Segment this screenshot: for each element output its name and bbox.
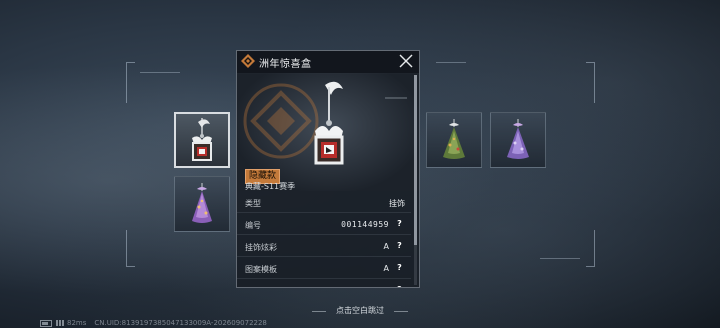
- attribute-key: 挂饰炫彩: [245, 243, 277, 252]
- purple-tree-charm-icon: [192, 183, 212, 223]
- attribute-value: A: [383, 242, 389, 251]
- item-slot[interactable]: [426, 112, 482, 168]
- hud-line: [540, 258, 580, 259]
- item-slot-selected[interactable]: [174, 112, 230, 168]
- hud-corner-bottom-right: [586, 230, 595, 267]
- attribute-row: 类型 挂饰: [237, 191, 411, 213]
- item-slot[interactable]: [174, 176, 230, 232]
- item-slot[interactable]: [490, 112, 546, 168]
- attribute-key: 编号: [245, 221, 261, 230]
- attribute-value: 001144959: [341, 220, 389, 229]
- attribute-key: 附加贴纸: [245, 286, 277, 287]
- help-icon[interactable]: ?: [394, 218, 405, 229]
- scrollbar[interactable]: [414, 75, 417, 285]
- hud-corner-bottom-left: [126, 230, 135, 267]
- attribute-value: C: [383, 286, 389, 287]
- attribute-list: 类型 挂饰 编号 001144959 ? 挂饰炫彩 A ? 图案模板 A ? 附…: [237, 191, 411, 287]
- panel-title: 洲年惊喜盒: [259, 59, 312, 70]
- panel-header: 洲年惊喜盒: [237, 51, 419, 74]
- status-footer: 82ms CN.UID:8139197385047133009A-20260907…: [40, 319, 275, 327]
- item-preview: 隐藏款: [237, 73, 419, 191]
- hud-corner-top-left: [126, 62, 135, 103]
- help-icon[interactable]: ?: [394, 262, 405, 273]
- attribute-key: 类型: [245, 199, 261, 208]
- attribute-value: 挂饰: [389, 199, 405, 208]
- hud-line: [140, 72, 180, 73]
- attribute-row: 附加贴纸 C ?: [237, 279, 411, 287]
- purple-tree-charm-icon: [507, 119, 529, 159]
- help-icon[interactable]: ?: [394, 284, 405, 287]
- green-tree-charm-icon: [443, 119, 465, 159]
- scrollbar-thumb[interactable]: [414, 75, 417, 245]
- skip-hint[interactable]: 点击空白跳过: [312, 305, 408, 317]
- attribute-value: A: [383, 264, 389, 273]
- diamond-emblem-icon: [241, 54, 255, 68]
- hud-corner-top-right: [586, 62, 595, 103]
- ping-value: 82ms: [67, 319, 87, 327]
- attribute-row: 挂饰炫彩 A ?: [237, 235, 411, 257]
- help-icon[interactable]: ?: [394, 240, 405, 251]
- preview-decoration: [385, 97, 407, 99]
- gift-box-charm-large-icon: [314, 81, 344, 165]
- item-detail-panel: 洲年惊喜盒 隐藏款 典藏-S11赛季 类型 挂饰 编号 001144959 ? …: [236, 50, 420, 288]
- battery-icon: [40, 319, 52, 327]
- close-icon[interactable]: [399, 54, 413, 68]
- user-id: CN.UID:8139197385047133009A-202609072228: [94, 319, 267, 327]
- hud-line: [436, 62, 466, 63]
- gift-box-charm-icon: [192, 118, 212, 161]
- attribute-row: 编号 001144959 ?: [237, 213, 411, 235]
- signal-icon: [56, 320, 64, 326]
- attribute-key: 图案模板: [245, 265, 277, 274]
- attribute-row: 图案模板 A ?: [237, 257, 411, 279]
